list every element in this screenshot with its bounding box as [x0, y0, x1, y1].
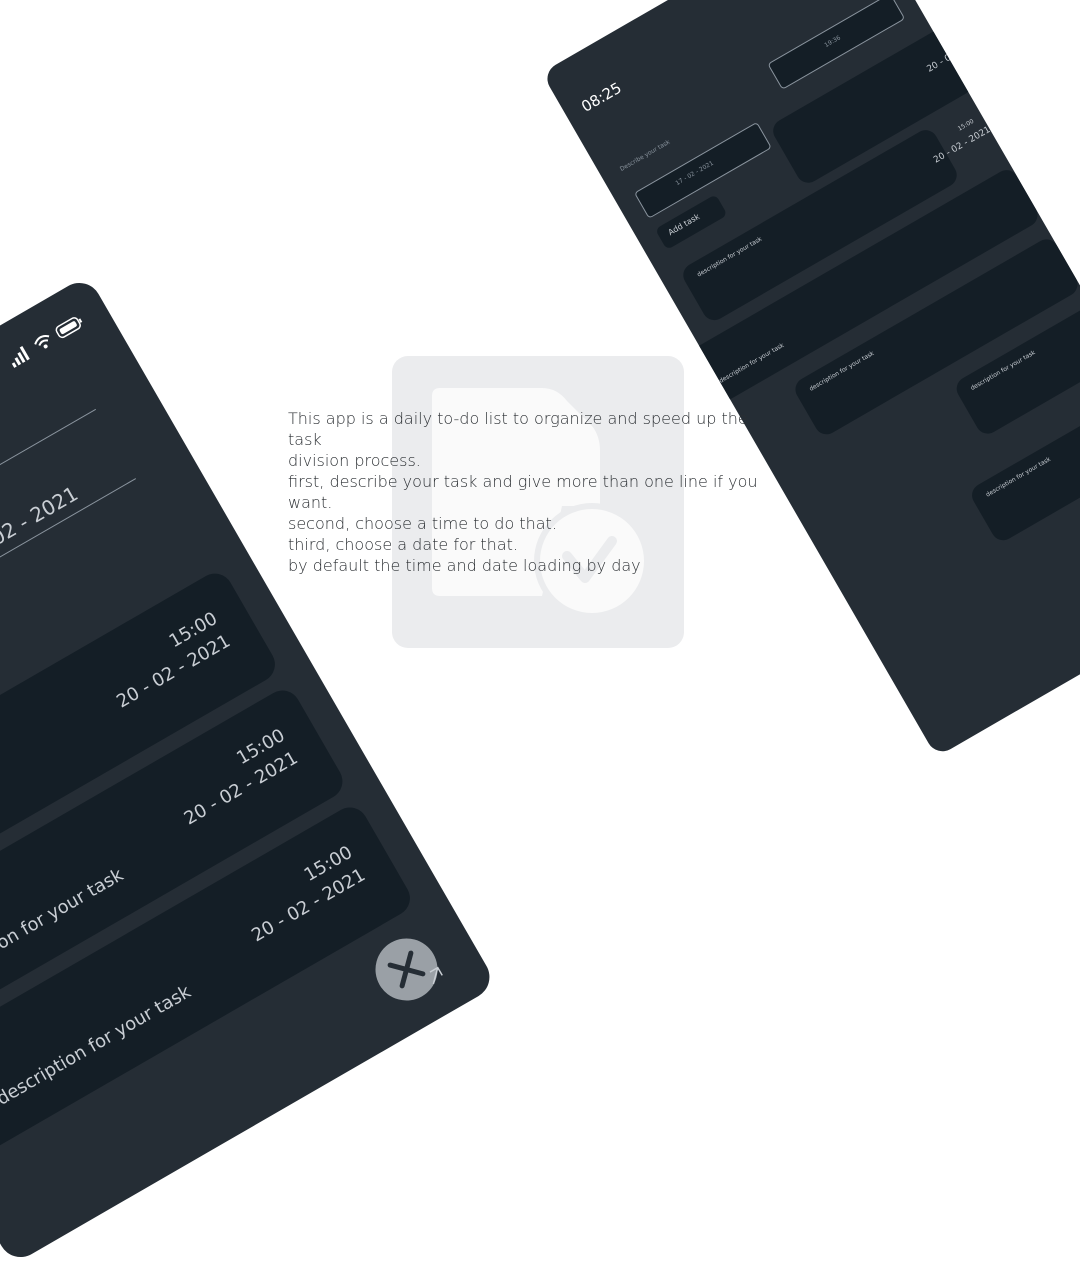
- description-line: third, choose a date for that.: [288, 535, 518, 554]
- time-field-value: 19:36: [823, 34, 842, 50]
- date-field-value[interactable]: 20 - 02 - 2021: [0, 481, 82, 573]
- description-line: division process.: [288, 451, 421, 470]
- task-description: description for your task: [808, 349, 876, 393]
- app-description: This app is a daily to-do list to organi…: [288, 408, 758, 576]
- description-line: want.: [288, 493, 333, 512]
- task-description: description for your task: [969, 349, 1037, 393]
- date-field-value: 17 - 02 - 2021: [674, 159, 715, 188]
- battery-icon: [55, 317, 83, 339]
- description-line: second, choose a time to do that.: [288, 514, 557, 533]
- task-date: 20 - 0: [925, 53, 954, 75]
- status-bar: [6, 312, 87, 369]
- task-time: 15:00: [956, 117, 976, 133]
- description-line: first, describe your task and give more …: [288, 472, 758, 491]
- task-description: description for your task: [984, 455, 1052, 499]
- clock: 08:25: [578, 78, 625, 116]
- wifi-icon: [34, 335, 50, 349]
- add-task-label: Add task: [666, 211, 702, 238]
- close-icon: [387, 950, 426, 989]
- task-description: description for your task: [718, 341, 786, 385]
- task-description: description for your task: [0, 981, 195, 1110]
- description-line: by default the time and date loading by …: [288, 556, 641, 575]
- signal-icon: [11, 346, 30, 369]
- task-description: description for your task: [696, 235, 764, 279]
- describe-placeholder[interactable]: Describe your task: [619, 139, 671, 173]
- description-line: This app is a daily to-do list to organi…: [288, 409, 748, 449]
